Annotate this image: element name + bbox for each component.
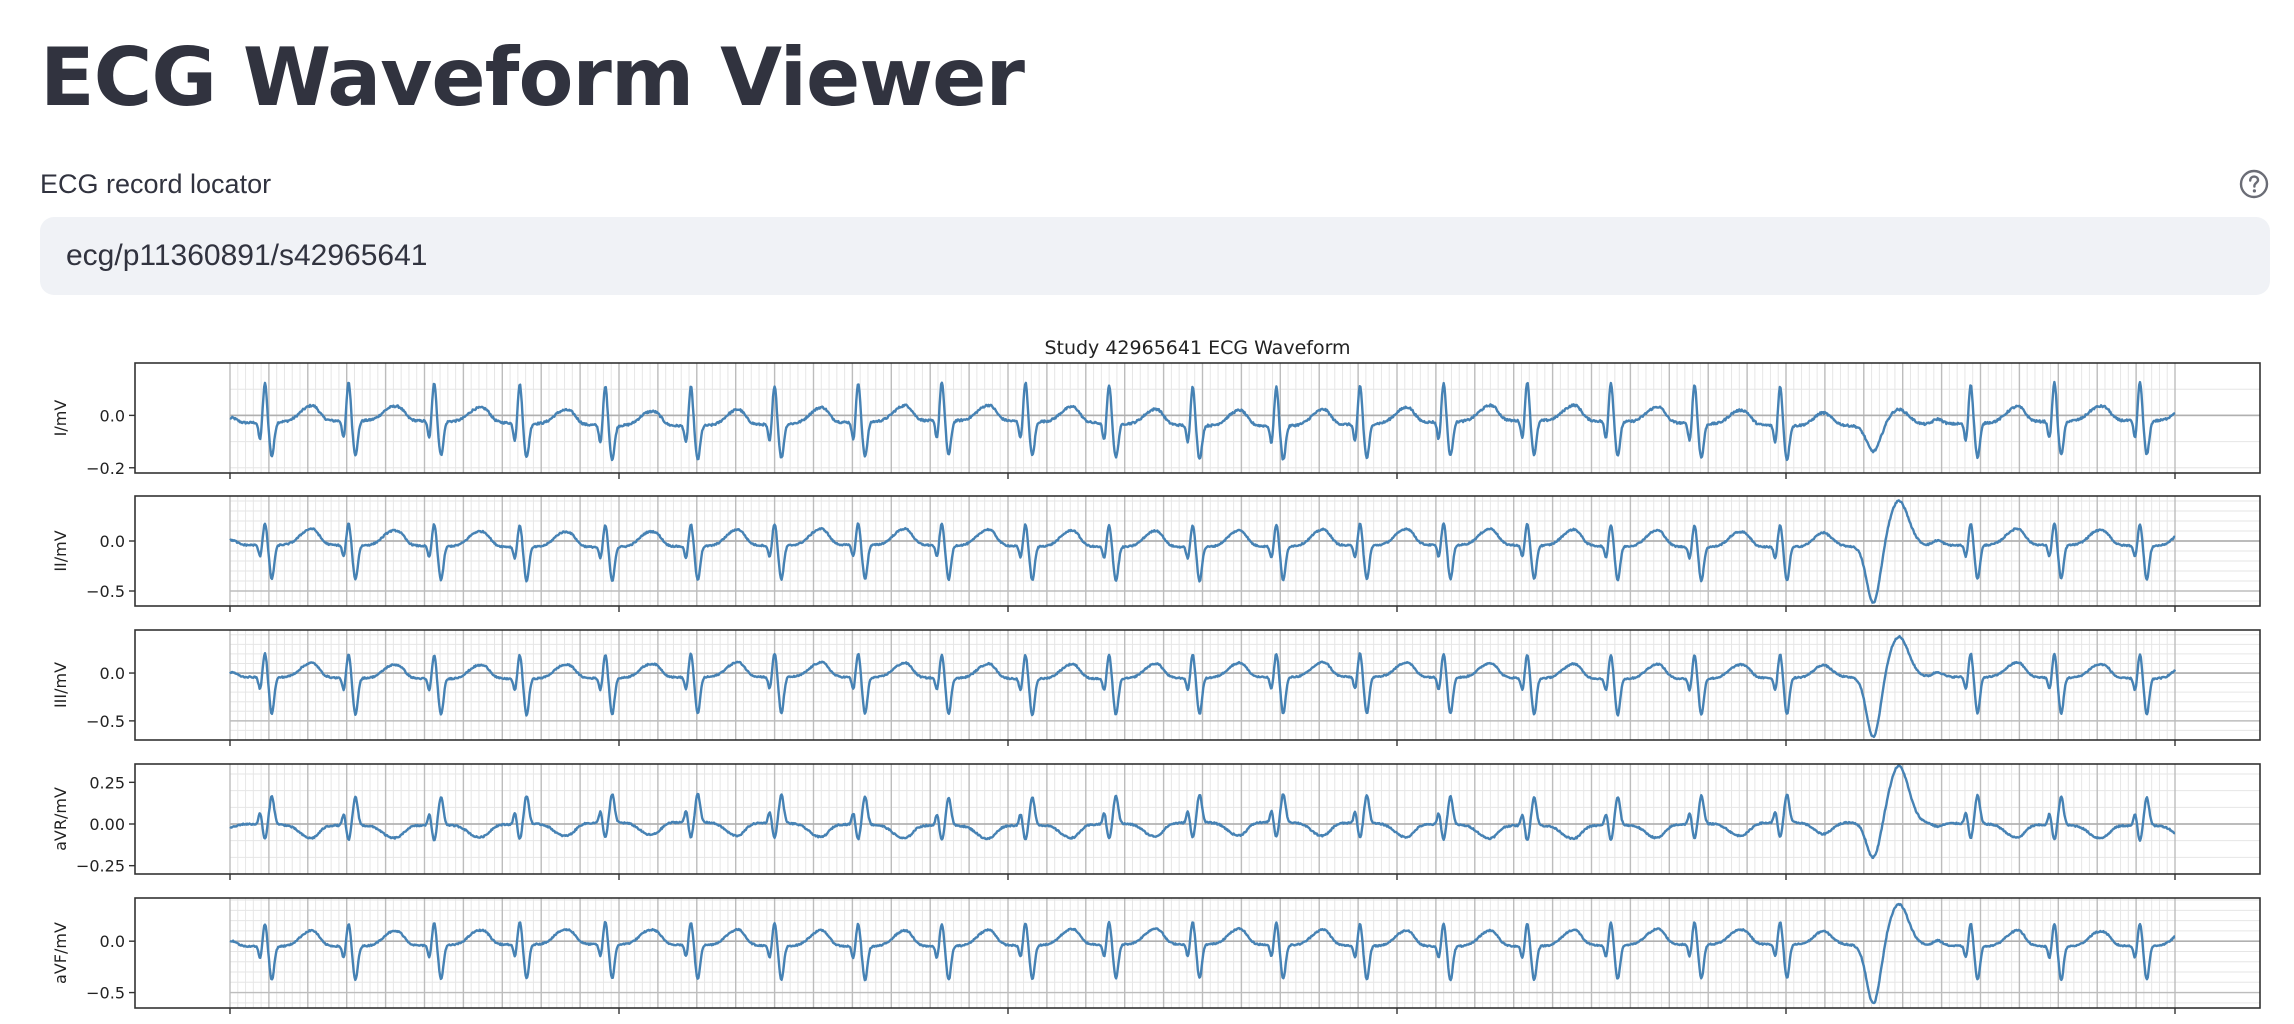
lead-grid <box>229 764 2260 874</box>
record-locator-label: ECG record locator <box>40 169 272 199</box>
y-axis-label: aVF/mV <box>51 922 70 984</box>
lead-grid <box>229 496 2260 606</box>
chart-title: Study 42965641 ECG Waveform <box>1044 337 1350 359</box>
page-title: ECG Waveform Viewer <box>40 31 1025 124</box>
y-tick-label: 0.0 <box>100 932 125 951</box>
y-axis-label: aVR/mV <box>51 787 70 851</box>
y-axis-label: III/mV <box>51 662 70 708</box>
lead-grid <box>229 898 2260 1008</box>
y-tick-label: −0.5 <box>86 712 125 731</box>
lead-grid <box>229 363 2260 473</box>
y-tick-label: −0.2 <box>86 459 125 478</box>
ecg-waveform-chart: Study 42965641 ECG Waveform −0.2 0.0 I/mV −0… <box>40 328 2270 1024</box>
y-axis-label: II/mV <box>51 530 70 571</box>
lead-panel-avf: −0.5 0.0 aVF/mV <box>51 897 2261 1014</box>
ecg-waveform-svg: Study 42965641 ECG Waveform−0.20.0I/mV−0… <box>51 337 2261 1014</box>
y-tick-label: −0.25 <box>76 857 125 876</box>
y-tick-label: −0.5 <box>86 984 125 1003</box>
record-locator-input[interactable] <box>40 217 2270 295</box>
y-tick-label: 0.25 <box>89 773 125 792</box>
y-tick-label: 0.0 <box>100 664 125 683</box>
y-tick-label: 0.0 <box>100 532 125 551</box>
lead-panel-i: −0.2 0.0 I/mV <box>51 362 2261 479</box>
y-tick-label: 0.00 <box>89 815 125 834</box>
y-axis-label: I/mV <box>51 400 70 437</box>
lead-panel-ii: −0.5 0.0 II/mV <box>51 495 2261 612</box>
lead-panel-avr: −0.25 0.00 0.25 aVR/mV <box>51 763 2261 880</box>
lead-panel-iii: −0.5 0.0 III/mV <box>51 629 2261 746</box>
question-circle-icon[interactable] <box>2238 168 2270 200</box>
y-tick-label: −0.5 <box>86 582 125 601</box>
y-tick-label: 0.0 <box>100 406 125 425</box>
lead-grid <box>229 630 2260 740</box>
